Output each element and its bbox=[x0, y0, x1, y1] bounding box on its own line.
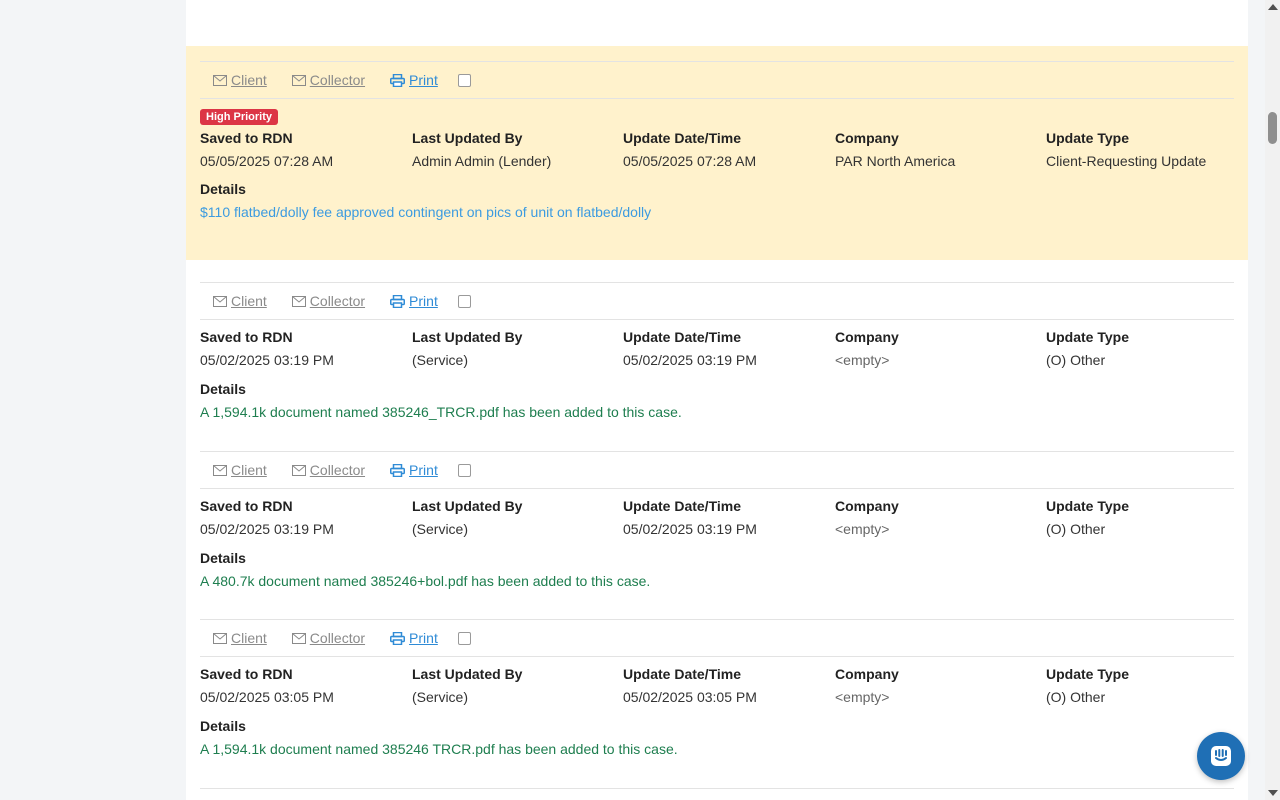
page-scrollbar[interactable] bbox=[1265, 0, 1280, 800]
saved-to-rdn: Saved to RDN 05/02/2025 03:19 PM bbox=[200, 498, 334, 537]
printer-icon bbox=[390, 463, 406, 477]
print-label: Print bbox=[409, 630, 438, 646]
collector-email-link[interactable]: Collector bbox=[291, 293, 366, 309]
print-link[interactable]: Print bbox=[390, 293, 438, 309]
client-label: Client bbox=[231, 630, 267, 646]
updates-panel: Client Collector Print High Priority Sav… bbox=[186, 0, 1248, 800]
divider bbox=[200, 788, 1234, 789]
update-date-time: Update Date/Time 05/05/2025 07:28 AM bbox=[623, 130, 757, 169]
last-updated-by: Last Updated By (Service) bbox=[412, 329, 523, 368]
print-link[interactable]: Print bbox=[390, 462, 438, 478]
last-updated-by: Last Updated By Admin Admin (Lender) bbox=[412, 130, 552, 169]
saved-to-rdn: Saved to RDN 05/02/2025 03:19 PM bbox=[200, 329, 334, 368]
entry-actions: Client Collector Print bbox=[200, 282, 1234, 320]
details: Details $110 flatbed/dolly fee approved … bbox=[200, 181, 652, 220]
entry-actions: Client Collector Print bbox=[200, 451, 1234, 489]
update-entry: Client Collector Print Saved to RDN 05/0… bbox=[186, 282, 1248, 451]
update-entry: Client Collector Print Saved to RDN 05/0… bbox=[186, 619, 1248, 788]
envelope-icon bbox=[213, 74, 227, 86]
details: Details A 1,594.1k document named 385246… bbox=[200, 381, 682, 420]
envelope-icon bbox=[213, 632, 227, 644]
update-type: Update Type Client-Requesting Update bbox=[1046, 130, 1207, 169]
printer-icon bbox=[390, 294, 406, 308]
update-entry-priority: Client Collector Print High Priority Sav… bbox=[186, 46, 1248, 260]
collector-label: Collector bbox=[309, 293, 366, 309]
scrollbar-thumb[interactable] bbox=[1268, 112, 1277, 144]
client-label: Client bbox=[231, 293, 267, 309]
client-email-link[interactable]: Client bbox=[213, 630, 267, 646]
scroll-down-arrow-icon[interactable] bbox=[1268, 790, 1278, 796]
print-label: Print bbox=[409, 293, 438, 309]
details: Details A 1,594.1k document named 385246… bbox=[200, 718, 678, 757]
print-label: Print bbox=[409, 72, 438, 88]
select-checkbox[interactable] bbox=[457, 631, 471, 645]
print-link[interactable]: Print bbox=[390, 72, 438, 88]
update-entry: Client Collector Print Saved to RDN 05/0… bbox=[186, 451, 1248, 620]
client-email-link[interactable]: Client bbox=[213, 72, 267, 88]
select-checkbox[interactable] bbox=[457, 73, 471, 87]
last-updated-by: Last Updated By (Service) bbox=[412, 498, 523, 537]
select-checkbox[interactable] bbox=[457, 294, 471, 308]
envelope-icon bbox=[213, 464, 227, 476]
print-label: Print bbox=[409, 462, 438, 478]
update-type: Update Type (O) Other bbox=[1046, 498, 1129, 537]
select-checkbox[interactable] bbox=[457, 463, 471, 477]
collector-email-link[interactable]: Collector bbox=[291, 630, 366, 646]
entry-actions: Client Collector Print bbox=[200, 61, 1234, 99]
update-type: Update Type (O) Other bbox=[1046, 329, 1129, 368]
collector-label: Collector bbox=[309, 462, 366, 478]
update-type: Update Type (O) Other bbox=[1046, 666, 1129, 705]
envelope-icon bbox=[291, 295, 306, 307]
collector-email-link[interactable]: Collector bbox=[291, 462, 366, 478]
envelope-icon bbox=[213, 295, 227, 307]
company: Company <empty> bbox=[835, 329, 899, 368]
saved-to-rdn: Saved to RDN 05/02/2025 03:05 PM bbox=[200, 666, 334, 705]
client-label: Client bbox=[231, 72, 267, 88]
company: Company <empty> bbox=[835, 498, 899, 537]
collector-label: Collector bbox=[309, 72, 366, 88]
chat-launcher-button[interactable] bbox=[1197, 732, 1245, 780]
company: Company PAR North America bbox=[835, 130, 956, 169]
update-date-time: Update Date/Time 05/02/2025 03:19 PM bbox=[623, 498, 757, 537]
envelope-icon bbox=[291, 74, 306, 86]
saved-to-rdn: Saved to RDN 05/05/2025 07:28 AM bbox=[200, 130, 334, 169]
envelope-icon bbox=[291, 632, 306, 644]
client-label: Client bbox=[231, 462, 267, 478]
envelope-icon bbox=[291, 464, 306, 476]
entry-actions: Client Collector Print bbox=[200, 619, 1234, 657]
last-updated-by: Last Updated By (Service) bbox=[412, 666, 523, 705]
details: Details A 480.7k document named 385246+b… bbox=[200, 550, 651, 589]
printer-icon bbox=[390, 631, 406, 645]
collector-label: Collector bbox=[309, 630, 366, 646]
company: Company <empty> bbox=[835, 666, 899, 705]
high-priority-badge: High Priority bbox=[200, 109, 279, 125]
scroll-up-arrow-icon[interactable] bbox=[1268, 4, 1278, 10]
update-date-time: Update Date/Time 05/02/2025 03:19 PM bbox=[623, 329, 757, 368]
update-date-time: Update Date/Time 05/02/2025 03:05 PM bbox=[623, 666, 757, 705]
printer-icon bbox=[390, 73, 406, 87]
client-email-link[interactable]: Client bbox=[213, 293, 267, 309]
collector-email-link[interactable]: Collector bbox=[291, 72, 366, 88]
chat-icon bbox=[1211, 746, 1231, 766]
print-link[interactable]: Print bbox=[390, 630, 438, 646]
client-email-link[interactable]: Client bbox=[213, 462, 267, 478]
